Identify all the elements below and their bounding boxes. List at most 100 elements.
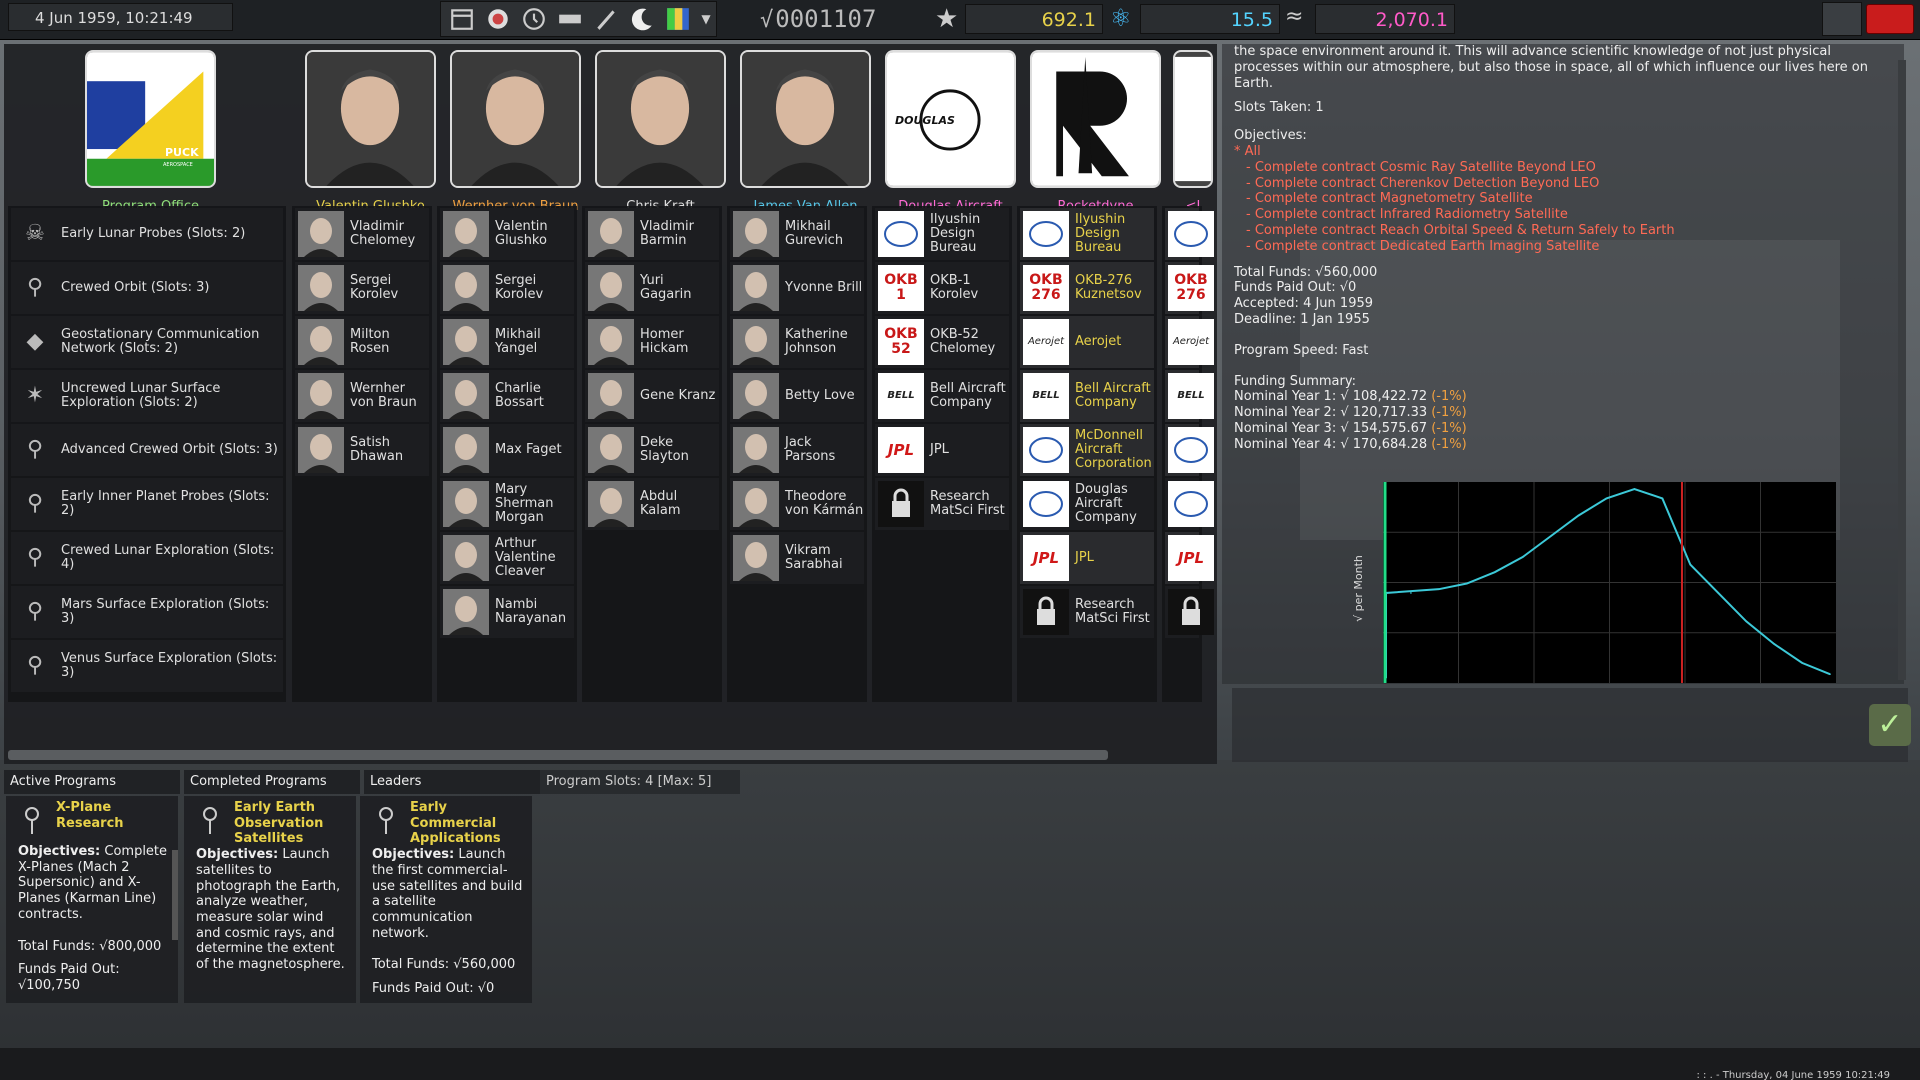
contractor1-item[interactable]: McDonnell Aircraft Corporation (1020, 424, 1154, 476)
vehicle-icon[interactable] (555, 4, 585, 34)
program-item[interactable]: ⚲ Early Inner Planet Probes (Slots: 2) (11, 478, 283, 530)
contractor1-item[interactable]: Ilyushin Design Bureau (1020, 208, 1154, 260)
main-contractor-item[interactable]: OKB 1 OKB-1 Korolev (875, 262, 1009, 314)
contractor2-item[interactable]: Aerojet (1165, 316, 1214, 368)
person-name: Mikhail Gurevich (785, 219, 844, 248)
calendar-icon[interactable] (447, 4, 477, 34)
program-item[interactable]: ⚲ Crewed Orbit (Slots: 3) (11, 262, 283, 314)
program-card[interactable]: X-Plane Research Objectives: Complete X-P… (6, 796, 178, 1003)
scientist-item[interactable]: Katherine Johnson (730, 316, 864, 368)
program-label: Crewed Lunar Exploration (Slots: 4) (61, 543, 275, 572)
contractor2-item[interactable] (1165, 586, 1214, 638)
contractor2-item[interactable]: JPL (1165, 532, 1214, 584)
admin-item[interactable]: Sergei Korolev (295, 262, 429, 314)
admin-item[interactable]: Milton Rosen (295, 316, 429, 368)
program-card-title: Early Commercial Applications (410, 800, 501, 847)
main-contractor-item[interactable]: Research MatSci First (875, 478, 1009, 530)
scientist-item[interactable]: Mikhail Gurevich (730, 208, 864, 260)
program-icon: ⚲ (26, 653, 44, 678)
contractor1-item[interactable]: Research MatSci First (1020, 586, 1154, 638)
designer-item[interactable]: Mikhail Yangel (440, 316, 574, 368)
main-contractor-item[interactable]: OKB 52 OKB-52 Chelomey (875, 316, 1009, 368)
close-button[interactable] (1866, 4, 1914, 34)
department-3[interactable]: Chris Kraft(Flight Director) (588, 50, 733, 228)
scientist-item[interactable]: Theodore von Kármán (730, 478, 864, 530)
program-card-paid: Funds Paid Out: √0 (372, 981, 495, 997)
director-item[interactable]: Deke Slayton (585, 424, 719, 476)
program-card-icon (190, 800, 234, 844)
contractor1-item[interactable]: BELL Bell Aircraft Company (1020, 370, 1154, 422)
scientist-item[interactable]: Vikram Sarabhai (730, 532, 864, 584)
tab-active-programs[interactable]: Active Programs (4, 770, 180, 794)
program-item[interactable]: ⚲ Mars Surface Exploration (Slots: 3) (11, 586, 283, 638)
admin-item[interactable]: Satish Dhawan (295, 424, 429, 476)
department-7[interactable]: <I( (1168, 50, 1218, 228)
cards-scrollbar[interactable] (172, 850, 178, 940)
designer-item[interactable]: Valentin Glushko (440, 208, 574, 260)
program-label: Uncrewed Lunar Surface Exploration (Slot… (61, 381, 221, 410)
chart-icon[interactable] (663, 4, 693, 34)
director-item[interactable]: Yuri Gagarin (585, 262, 719, 314)
designer-item[interactable]: Nambi Narayanan (440, 586, 574, 638)
contractor2-item[interactable] (1165, 424, 1214, 476)
main-contractor-item[interactable]: Ilyushin Design Bureau (875, 208, 1009, 260)
program-item[interactable]: ⚲ Venus Surface Exploration (Slots: 3) (11, 640, 283, 692)
program-card[interactable]: Early Commercial Applications Objectives:… (360, 796, 532, 1003)
program-item[interactable]: ☠ Early Lunar Probes (Slots: 2) (11, 208, 283, 260)
director-item[interactable]: Gene Kranz (585, 370, 719, 422)
director-item[interactable]: Homer Hickam (585, 316, 719, 368)
vertical-scrollbar[interactable] (1898, 60, 1906, 680)
rocket-icon[interactable] (591, 4, 621, 34)
details-footer (1232, 688, 1908, 762)
contractor-logo-text: Aerojet (1027, 336, 1065, 347)
program-item[interactable]: ⚲ Advanced Crewed Orbit (Slots: 3) (11, 424, 283, 476)
tab-leaders[interactable]: Leaders (364, 770, 540, 794)
designer-item[interactable]: Arthur Valentine Cleaver (440, 532, 574, 584)
toolbar-app-button[interactable] (1822, 2, 1862, 36)
tab-completed-programs[interactable]: Completed Programs (184, 770, 360, 794)
department-4[interactable]: James Van Allen(Chief Scientist) (733, 50, 878, 228)
dropdown-icon[interactable]: ▼ (699, 4, 713, 34)
main-contractor-item[interactable]: JPL JPL (875, 424, 1009, 476)
program-card[interactable]: Early Earth Observation Satellites Object… (184, 796, 356, 1003)
contractor2-item[interactable]: BELL (1165, 370, 1214, 422)
person-thumbnail (588, 211, 634, 257)
designer-item[interactable]: Max Faget (440, 424, 574, 476)
director-item[interactable]: Abdul Kalam (585, 478, 719, 530)
contractor2-item[interactable]: OKB 276 (1165, 262, 1214, 314)
person-name: Sergei Korolev (350, 273, 399, 302)
clock-icon[interactable] (519, 4, 549, 34)
contractor2-item[interactable] (1165, 478, 1214, 530)
contractor1-item[interactable]: Aerojet Aerojet (1020, 316, 1154, 368)
scientist-item[interactable]: Jack Parsons (730, 424, 864, 476)
date-display: 4 Jun 1959, 10:21:49 (8, 3, 233, 31)
main-contractor-item[interactable]: BELL Bell Aircraft Company (875, 370, 1009, 422)
program-item[interactable]: ◆ Geostationary Communication Network (Sl… (11, 316, 283, 368)
program-item[interactable]: ✶ Uncrewed Lunar Surface Exploration (Slo… (11, 370, 283, 422)
department-6[interactable]: Rocketdyne(Contractor 1) (1023, 50, 1168, 228)
moon-icon[interactable] (627, 4, 657, 34)
horizontal-scrollbar[interactable] (8, 750, 1108, 760)
contractor1-item[interactable]: Douglas Aircraft Company (1020, 478, 1154, 530)
confirm-button[interactable]: ✓ (1869, 704, 1911, 746)
contractor1-item[interactable]: OKB 276 OKB-276 Kuznetsov (1020, 262, 1154, 314)
contractor2-item[interactable] (1165, 208, 1214, 260)
designer-item[interactable]: Mary Sherman Morgan (440, 478, 574, 530)
department-2[interactable]: Wernher von Braun(Chief Designer) (443, 50, 588, 228)
chart-point (1438, 588, 1440, 590)
designer-item[interactable]: Sergei Korolev (440, 262, 574, 314)
admin-item[interactable]: Vladimir Chelomey (295, 208, 429, 260)
scientist-item[interactable]: Betty Love (730, 370, 864, 422)
program-card-objectives: Objectives: Complete X-Planes (Mach 2 Su… (18, 844, 172, 923)
contractor-logo (1168, 427, 1214, 473)
scientist-item[interactable]: Yvonne Brill (730, 262, 864, 314)
planet-icon[interactable] (483, 4, 513, 34)
department-1[interactable]: Valentin Glushko(Administration) (298, 50, 443, 228)
objectives-label: Objectives: (372, 847, 455, 863)
department-0[interactable]: PUCKAEROSPACEProgram Office(Select Progr… (78, 50, 223, 228)
designer-item[interactable]: Charlie Bossart (440, 370, 574, 422)
director-item[interactable]: Vladimir Barmin (585, 208, 719, 260)
contractor1-item[interactable]: JPL JPL (1020, 532, 1154, 584)
admin-item[interactable]: Wernher von Braun (295, 370, 429, 422)
program-item[interactable]: ⚲ Crewed Lunar Exploration (Slots: 4) (11, 532, 283, 584)
